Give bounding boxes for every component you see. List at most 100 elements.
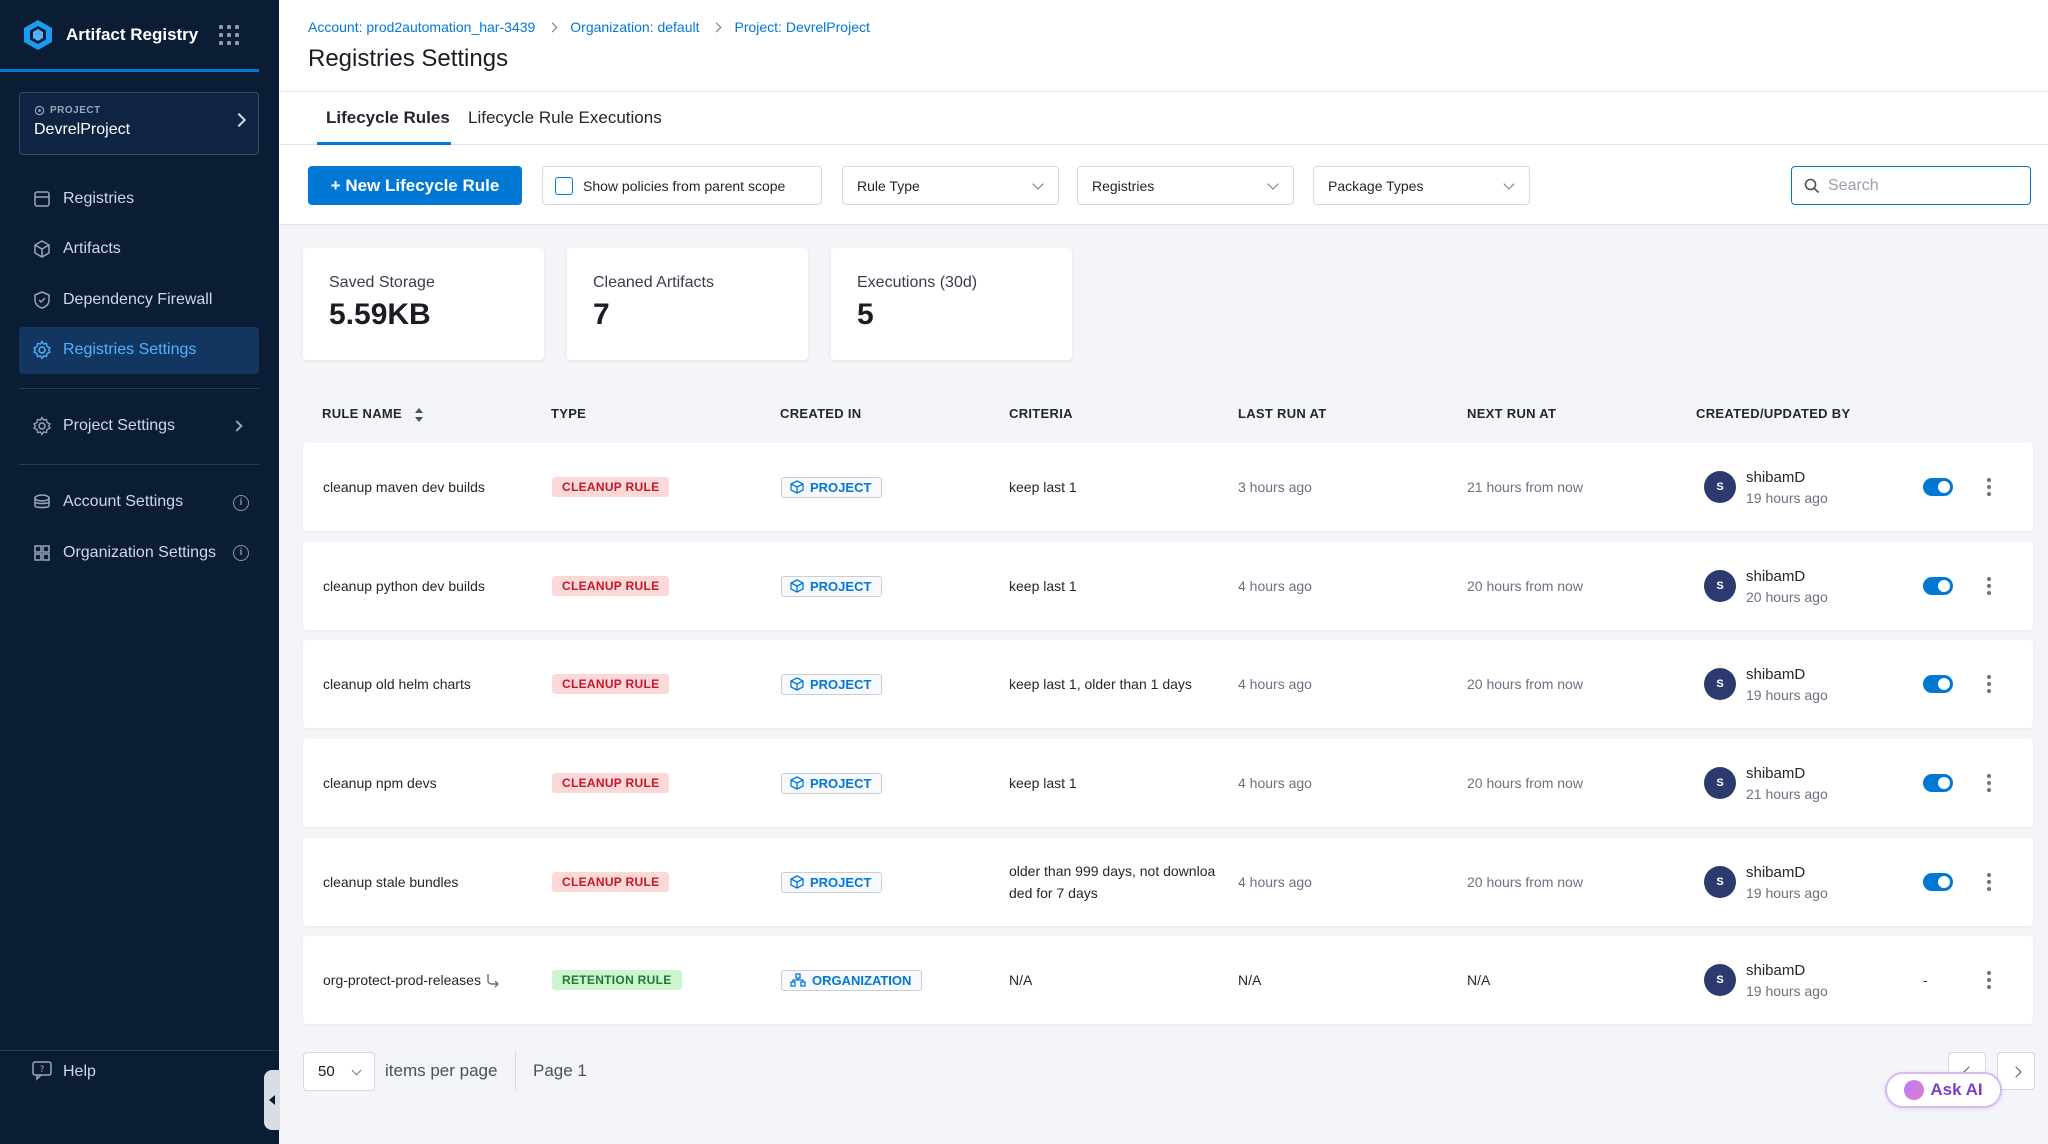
scope-badge: PROJECT (781, 772, 883, 794)
column-header-created-in: CREATED IN (780, 406, 862, 421)
tab-lifecycle-rules[interactable]: Lifecycle Rules (317, 92, 451, 145)
sidebar-item-artifacts[interactable]: Artifacts (19, 226, 259, 273)
sidebar-item-organization-settings[interactable]: Organization Settings i (19, 529, 259, 576)
stat-value: 7 (593, 298, 610, 331)
column-header-criteria: CRITERIA (1009, 406, 1073, 421)
next-run-cell: 20 hours from now (1467, 676, 1583, 692)
rule-name[interactable]: cleanup old helm charts (323, 676, 471, 692)
package-types-dropdown[interactable]: Package Types (1313, 166, 1530, 205)
search-input[interactable] (1828, 176, 2018, 195)
next-page-button[interactable] (1997, 1052, 2035, 1090)
sidebar-item-registries-settings[interactable]: Registries Settings (19, 326, 259, 374)
chevron-right-icon (2010, 1066, 2022, 1078)
column-header-rule-name[interactable]: RULE NAME (322, 406, 424, 423)
sort-icon[interactable] (414, 407, 424, 423)
stat-label: Cleaned Artifacts (593, 274, 714, 291)
items-per-page-label: items per page (385, 1061, 498, 1080)
toolbar: + New Lifecycle Rule Show policies from … (279, 145, 2048, 225)
breadcrumb-account[interactable]: Account: prod2automation_har-3439 (308, 19, 535, 35)
table-row[interactable]: cleanup python dev builds CLEANUP RULE PRO… (303, 542, 2033, 630)
project-cube-icon (790, 776, 804, 790)
checkbox-label: Show policies from parent scope (583, 177, 786, 194)
more-options-icon[interactable] (1987, 774, 1991, 792)
row-actions-cell (1987, 739, 1991, 827)
project-cube-icon (790, 579, 804, 593)
toggle-cell (1923, 443, 1953, 531)
rule-name[interactable]: cleanup stale bundles (323, 874, 458, 890)
toggle-cell: - (1923, 936, 1928, 1024)
last-run-cell: 4 hours ago (1238, 578, 1312, 594)
rule-enabled-toggle[interactable] (1923, 478, 1953, 496)
app-switcher-icon[interactable] (219, 24, 239, 45)
avatar: S (1704, 668, 1736, 700)
sidebar-item-label: Organization Settings (63, 543, 216, 561)
ask-ai-button[interactable]: Ask AI (1885, 1072, 2002, 1108)
breadcrumb-project[interactable]: Project: DevrelProject (734, 19, 869, 35)
show-parent-scope-checkbox[interactable]: Show policies from parent scope (542, 166, 822, 205)
more-options-icon[interactable] (1987, 675, 1991, 693)
sidebar-item-account-settings[interactable]: Account Settings i (19, 479, 259, 526)
column-header-created-by: CREATED/UPDATED BY (1696, 406, 1851, 421)
app-title: Artifact Registry (66, 24, 199, 44)
last-run-cell: 4 hours ago (1238, 676, 1312, 692)
info-icon[interactable]: i (233, 545, 249, 561)
sidebar-item-label: Artifacts (63, 240, 121, 257)
rule-name[interactable]: cleanup python dev builds (323, 578, 485, 594)
scope-badge: PROJECT (781, 476, 883, 498)
sidebar-item-dependency-firewall[interactable]: Dependency Firewall (19, 276, 259, 323)
sidebar-item-registries[interactable]: Registries (19, 175, 259, 222)
ask-ai-label: Ask AI (1930, 1080, 1983, 1099)
checkbox-box[interactable] (555, 176, 573, 195)
rule-enabled-toggle[interactable] (1923, 873, 1953, 891)
avatar: S (1704, 866, 1736, 898)
help-link[interactable]: ? Help (19, 1052, 96, 1092)
new-lifecycle-rule-button[interactable]: + New Lifecycle Rule (308, 166, 522, 205)
avatar: S (1704, 964, 1736, 996)
items-per-page-select[interactable]: 50 (303, 1052, 375, 1091)
tab-lifecycle-rule-executions[interactable]: Lifecycle Rule Executions (468, 92, 662, 145)
sidebar-collapse-handle[interactable] (264, 1070, 280, 1130)
more-options-icon[interactable] (1987, 478, 1991, 496)
inherited-link-icon (487, 974, 499, 988)
stat-label: Saved Storage (329, 274, 435, 291)
rule-name[interactable]: cleanup maven dev builds (323, 479, 485, 495)
chevron-right-icon (712, 22, 722, 32)
created-by-cell: SshibamD 19 hours ago (1704, 443, 1828, 531)
table-row[interactable]: cleanup old helm charts CLEANUP RULE PROJE… (303, 640, 2033, 728)
rule-name-cell[interactable]: cleanup stale bundles (323, 838, 458, 926)
project-selector[interactable]: PROJECT DevrelProject (19, 92, 259, 155)
artifacts-icon (31, 238, 53, 260)
rule-enabled-toggle[interactable] (1923, 774, 1953, 792)
rule-type-dropdown[interactable]: Rule Type (842, 166, 1059, 205)
project-cube-icon (790, 875, 804, 889)
rule-name[interactable]: cleanup npm devs (323, 775, 437, 791)
search-icon (1804, 178, 1820, 193)
rule-type-badge: CLEANUP RULE (552, 773, 670, 793)
rule-type-badge: CLEANUP RULE (552, 872, 670, 892)
rule-name-cell[interactable]: org-protect-prod-releases (323, 936, 501, 1024)
breadcrumb-organization[interactable]: Organization: default (570, 19, 699, 35)
criteria-cell: keep last 1 (1009, 479, 1077, 495)
registries-dropdown[interactable]: Registries (1077, 166, 1294, 205)
sidebar-item-label: Project Settings (63, 417, 176, 434)
table-row[interactable]: cleanup npm devs CLEANUP RULE PROJECT keep … (303, 739, 2033, 827)
table-row[interactable]: cleanup maven dev builds CLEANUP RULE PROJ… (303, 443, 2033, 531)
rule-name-cell[interactable]: cleanup npm devs (323, 739, 437, 827)
row-actions-cell (1987, 838, 1991, 926)
sidebar-item-project-settings[interactable]: Project Settings (19, 403, 259, 450)
table-row[interactable]: cleanup stale bundles CLEANUP RULE PROJECT… (303, 838, 2033, 926)
rule-name-cell[interactable]: cleanup python dev builds (323, 542, 485, 630)
more-options-icon[interactable] (1987, 971, 1991, 989)
rule-enabled-toggle[interactable] (1923, 675, 1953, 693)
search-box[interactable] (1791, 166, 2031, 205)
rule-name[interactable]: org-protect-prod-releases (323, 972, 481, 988)
next-run-cell: N/A (1467, 972, 1491, 988)
rule-enabled-toggle[interactable] (1923, 577, 1953, 595)
table-row[interactable]: org-protect-prod-releases RETENTION RULE O… (303, 936, 2033, 1024)
rule-name-cell[interactable]: cleanup maven dev builds (323, 443, 485, 531)
updated-time: 19 hours ago (1746, 686, 1828, 703)
rule-name-cell[interactable]: cleanup old helm charts (323, 640, 471, 728)
info-icon[interactable]: i (233, 494, 249, 511)
more-options-icon[interactable] (1987, 873, 1991, 891)
more-options-icon[interactable] (1987, 577, 1991, 595)
